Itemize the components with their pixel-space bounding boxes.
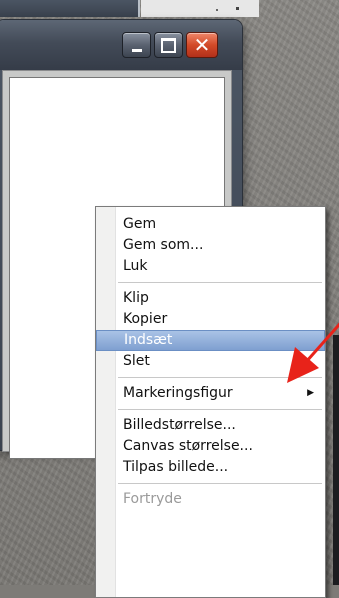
menu-item[interactable]: Gem som... xyxy=(96,235,325,256)
menu-item[interactable]: Canvas størrelse... xyxy=(96,436,325,457)
maximize-button[interactable] xyxy=(154,32,183,58)
maximize-icon xyxy=(161,37,176,53)
menu-item[interactable]: Luk xyxy=(96,256,325,277)
close-icon: ✕ xyxy=(193,33,211,57)
menu-item-label: Tilpas billede... xyxy=(123,459,229,475)
menu-item-label: Billedstørrelse... xyxy=(123,417,236,433)
context-menu: Gem Gem som... Luk Klip Kopier Indsæt Slet Mark… xyxy=(95,206,326,598)
menu-item-label: Gem xyxy=(123,216,157,232)
close-button[interactable]: ✕ xyxy=(186,32,218,58)
menu-item-label: Canvas størrelse... xyxy=(123,438,253,454)
background-window-fragment xyxy=(141,0,259,17)
menu-item-label: Luk xyxy=(123,258,148,274)
menu-item[interactable]: Kopier xyxy=(96,309,325,330)
menu-separator xyxy=(118,483,322,484)
menu-item[interactable]: Billedstørrelse... xyxy=(96,415,325,436)
menu-item[interactable]: Klip xyxy=(96,288,325,309)
taskbar-fragment xyxy=(0,0,140,17)
menu-item: Fortryde xyxy=(96,489,325,510)
menu-item-label: Gem som... xyxy=(123,237,204,253)
minimize-icon xyxy=(131,48,142,52)
menu-item-label: Klip xyxy=(123,290,149,306)
menu-item[interactable]: Tilpas billede... xyxy=(96,457,325,478)
title-bar[interactable]: ✕ xyxy=(0,20,242,70)
menu-item[interactable]: Slet xyxy=(96,351,325,372)
menu-item[interactable]: Markeringsfigur ▶ xyxy=(96,383,325,404)
menu-item-label: Indsæt xyxy=(124,332,173,348)
menu-item[interactable]: Gem xyxy=(96,214,325,235)
menu-item-label: Fortryde xyxy=(123,491,182,507)
menu-separator xyxy=(118,377,322,378)
menu-item-label: Kopier xyxy=(123,311,168,327)
menu-item-label: Markeringsfigur xyxy=(123,385,233,401)
minimize-button[interactable] xyxy=(122,32,151,58)
menu-item[interactable]: Indsæt xyxy=(96,330,325,351)
menu-separator xyxy=(118,409,322,410)
background-edge xyxy=(333,335,339,585)
menu-separator xyxy=(118,282,322,283)
menu-list: Gem Gem som... Luk Klip Kopier Indsæt Slet Mark… xyxy=(96,214,325,510)
menu-item-label: Slet xyxy=(123,353,150,369)
submenu-arrow-icon: ▶ xyxy=(307,388,314,398)
